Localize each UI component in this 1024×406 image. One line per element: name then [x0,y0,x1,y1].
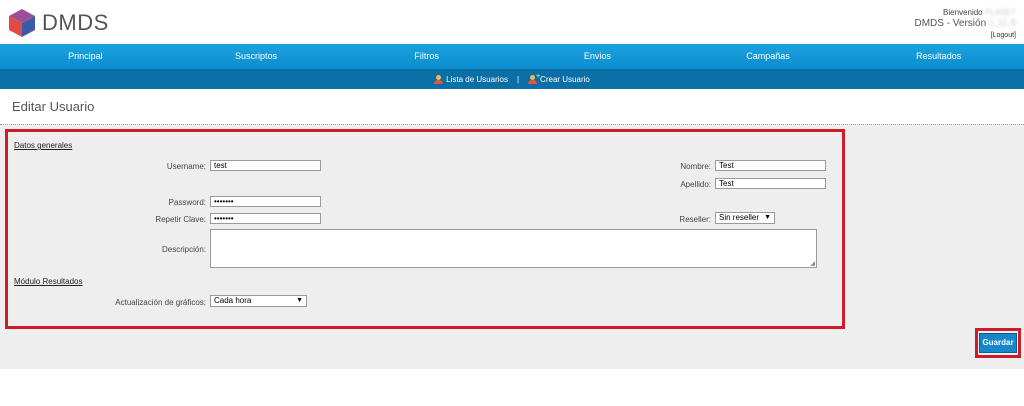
general-section-title: Datos generales [14,141,73,150]
version-value: 1.11.9 [988,18,1016,29]
nombre-label: Nombre: [680,162,711,171]
password-label: Password: [168,198,206,207]
chart-update-value: Cada hora [214,296,252,305]
username-input[interactable]: test [210,160,321,171]
welcome-label: Bienvenido [943,8,983,17]
create-user-link[interactable]: + Crear Usuario [528,73,590,84]
dropdown-arrow-icon: ▼ [764,214,771,221]
list-users-label: Lista de Usuarios [446,74,508,84]
reseller-select[interactable]: Sin reseller ▼ [715,212,775,224]
nav-filtros[interactable]: Filtros [341,44,512,69]
user-info: Bienvenido PLANET DMDS - Versión 1.11.9 … [914,7,1016,41]
chart-update-label: Actualización de gráficos: [115,298,206,307]
description-textarea[interactable]: ◢ [210,229,817,268]
reseller-value: Sin reseller [719,213,760,222]
main-nav: Principal Suscriptos Filtros Envios Camp… [0,44,1024,69]
dropdown-arrow-icon: ▼ [296,297,303,304]
header: DMDS Bienvenido PLANET DMDS - Versión 1.… [0,0,1024,44]
description-label: Descripción: [161,245,206,254]
nav-resultados[interactable]: Resultados [853,44,1024,69]
dmds-cube-logo [9,9,35,37]
repeat-password-label: Repetir Clave: [155,215,206,224]
users-icon [434,74,444,84]
welcome-user: PLANET [984,8,1016,17]
nav-principal[interactable]: Principal [0,44,171,69]
page-title: Editar Usuario [12,99,95,114]
chart-update-select[interactable]: Cada hora ▼ [210,295,307,307]
add-user-icon: + [528,73,540,84]
create-user-label: Crear Usuario [540,74,590,84]
username-label: Username: [166,162,206,171]
version-label: DMDS - Versión [914,18,987,29]
logout-link[interactable]: [Logout] [991,32,1016,39]
apellido-input[interactable]: Test [715,178,826,189]
list-users-link[interactable]: Lista de Usuarios [434,74,508,84]
brand-name: DMDS [42,10,109,35]
sub-nav: Lista de Usuarios | + Crear Usuario [0,69,1024,89]
nav-campanas[interactable]: Campañas [683,44,854,69]
nav-envios[interactable]: Envios [512,44,683,69]
results-section-title: Módulo Resultados [14,277,83,286]
resize-handle-icon[interactable]: ◢ [810,260,815,267]
repeat-password-input[interactable]: ••••••• [210,213,321,224]
nav-suscriptos[interactable]: Suscriptos [171,44,342,69]
save-button[interactable]: Guardar [979,333,1017,353]
apellido-label: Apellido: [680,180,711,189]
reseller-label: Reseller: [679,215,711,224]
nombre-input[interactable]: Test [715,160,826,171]
password-input[interactable]: ••••••• [210,196,321,207]
subnav-separator: | [516,74,520,84]
